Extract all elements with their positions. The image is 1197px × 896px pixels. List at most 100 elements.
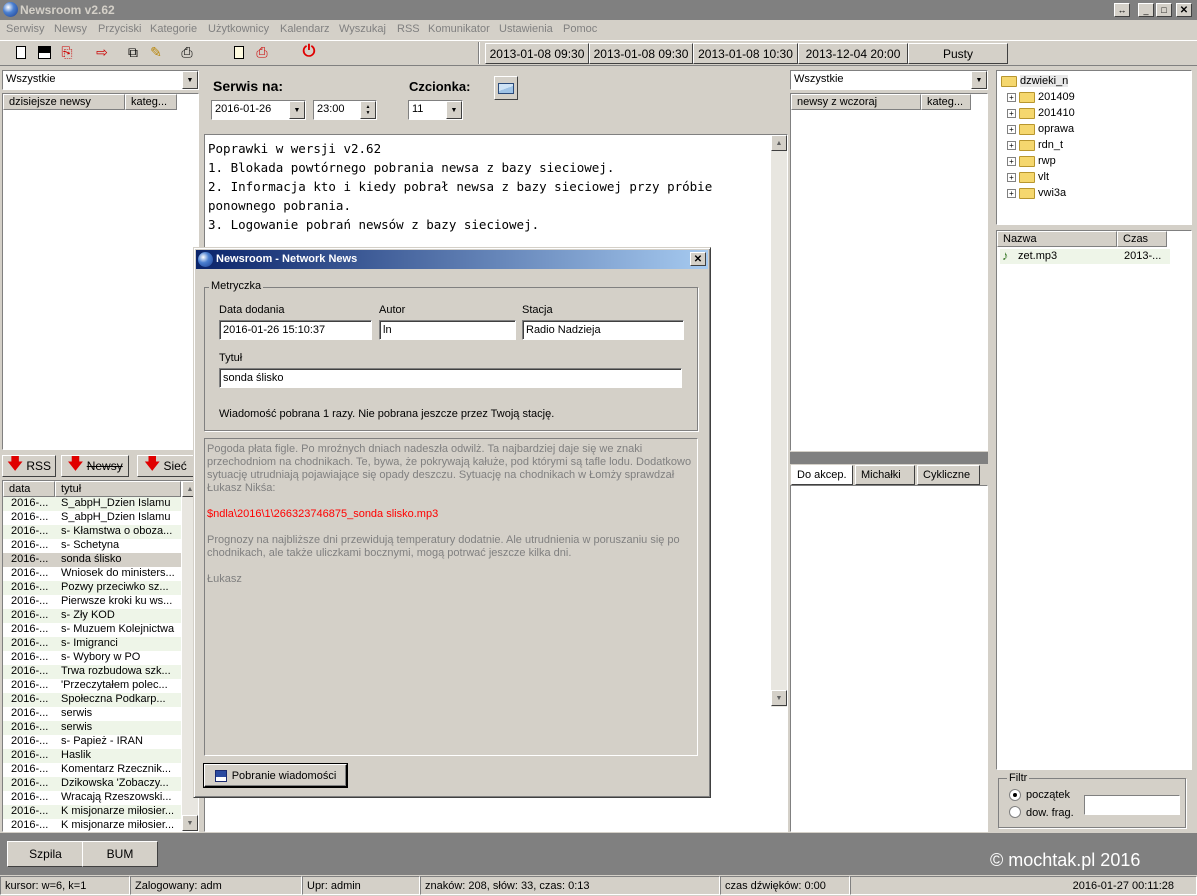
editor-line[interactable]: 1. Blokada powtórnego pobrania newsa z b… xyxy=(208,158,712,177)
date-added-field[interactable]: 2016-01-26 15:10:37 xyxy=(219,320,372,340)
sound-file-list[interactable]: Nazwa Czas ♪ zet.mp3 2013-... xyxy=(996,230,1192,770)
close-icon[interactable]: ✕ xyxy=(1176,3,1192,17)
tab-cykliczne[interactable]: Cykliczne xyxy=(917,465,980,485)
table-row[interactable]: 2016-... Wniosek do ministers... xyxy=(3,567,181,581)
tree-folder[interactable]: + oprawa xyxy=(1001,121,1075,137)
col-date-header[interactable]: data xyxy=(3,481,55,497)
export-icon[interactable]: ⎘ xyxy=(58,43,76,61)
expand-icon[interactable]: + xyxy=(1007,92,1016,102)
tab-do-akcep[interactable]: Do akcep. xyxy=(791,465,853,485)
scroll-up-icon[interactable]: ▲ xyxy=(771,135,787,151)
editor-line[interactable]: Poprawki w wersji v2.62 xyxy=(208,139,712,158)
col-title-header[interactable]: tytuł xyxy=(55,481,181,497)
menu-newsy[interactable]: Newsy xyxy=(54,23,87,35)
body-audio-link[interactable]: $ndla\2016\1\266323746875_sonda slisko.m… xyxy=(207,508,695,521)
table-row[interactable]: 2016-... K misjonarze miłosier... xyxy=(3,819,181,831)
schedule-button-4[interactable]: 2013-12-04 20:00 xyxy=(798,43,908,64)
menu-uzytkownicy[interactable]: Użytkownicy xyxy=(208,23,269,35)
page-icon[interactable] xyxy=(230,43,248,61)
scroll-down-icon[interactable]: ▼ xyxy=(182,815,198,831)
folder-tree[interactable]: dzwieki_n +201409 +201410 + oprawa + rdn_t + rwp… xyxy=(996,70,1192,225)
acceptance-list[interactable] xyxy=(790,485,988,832)
table-row[interactable]: 2016-... K misjonarze miłosier... xyxy=(3,805,181,819)
table-row[interactable]: 2016-... serwis xyxy=(3,721,181,735)
send-icon[interactable]: ⇨ xyxy=(93,43,111,61)
table-row[interactable]: 2016-... Społeczna Podkarp... xyxy=(3,693,181,707)
menu-wyszukaj[interactable]: Wyszukaj xyxy=(339,23,386,35)
news-body[interactable]: Pogoda płata figle. Po mroźnych dniach n… xyxy=(204,438,698,756)
title-field[interactable]: sonda ślisko xyxy=(219,368,682,388)
restore-icon[interactable]: ↔ xyxy=(1114,3,1130,17)
col-category-header[interactable]: kateg... xyxy=(125,94,177,110)
table-row[interactable]: 2016-... s- Kłamstwa o oboza... xyxy=(3,525,181,539)
tree-folder[interactable]: + rdn_t xyxy=(1001,137,1075,153)
minimize-icon[interactable]: _ xyxy=(1138,3,1154,17)
chevron-down-icon[interactable]: ▼ xyxy=(289,101,305,119)
menu-rss[interactable]: RSS xyxy=(397,23,420,35)
menu-przyciski[interactable]: Przyciski xyxy=(98,23,141,35)
radio-dow-frag[interactable] xyxy=(1009,806,1021,818)
radio-poczatek[interactable] xyxy=(1009,789,1021,801)
editor-line[interactable]: 3. Logowanie pobrań newsów z bazy siecio… xyxy=(208,215,712,234)
table-row[interactable]: 2016-... Trwa rozbudowa szk... xyxy=(3,665,181,679)
today-news-list[interactable]: dzisiejsze newsy kateg... xyxy=(2,93,199,450)
file-row[interactable]: ♪ zet.mp3 2013-... xyxy=(1000,248,1170,264)
tree-folder[interactable]: +201409 xyxy=(1001,89,1075,105)
tree-root-folder[interactable]: dzwieki_n xyxy=(1001,73,1075,89)
power-icon[interactable]: ⏻ xyxy=(300,43,318,61)
editor-line[interactable]: 2. Informacja kto i kiedy pobrał newsa z… xyxy=(208,177,712,196)
menu-komunikator[interactable]: Komunikator xyxy=(428,23,490,35)
szpila-button[interactable]: Szpila xyxy=(7,841,84,867)
table-row[interactable]: 2016-... Pozwy przeciwko sz... xyxy=(3,581,181,595)
service-date-picker[interactable]: 2016-01-26 ▼ xyxy=(211,100,306,120)
network-news-list[interactable]: data tytuł 2016-... S_abpH_Dzien Islamu 20… xyxy=(2,480,199,832)
maximize-icon[interactable]: □ xyxy=(1156,3,1172,17)
expand-icon[interactable]: + xyxy=(1007,172,1016,182)
editor-text[interactable]: Poprawki w wersji v2.62 1. Blokada powtór… xyxy=(208,139,712,234)
tab-siec[interactable]: 🡇 Sieć xyxy=(137,455,195,477)
menu-kategorie[interactable]: Kategorie xyxy=(150,23,197,35)
table-row[interactable]: 2016-... Wracają Rzeszowski... xyxy=(3,791,181,805)
schedule-button-1[interactable]: 2013-01-08 09:30 xyxy=(485,43,589,64)
table-row[interactable]: 2016-... s- Zły KOD xyxy=(3,609,181,623)
envelope-button[interactable] xyxy=(494,76,518,100)
font-size-select[interactable]: 11 ▼ xyxy=(408,100,463,120)
table-row[interactable]: 2016-... serwis xyxy=(3,707,181,721)
col-yesterday-header[interactable]: newsy z wczoraj xyxy=(791,94,921,110)
station-field[interactable]: Radio Nadzieja xyxy=(522,320,684,340)
table-row[interactable]: 2016-... s- Imigranci xyxy=(3,637,181,651)
print-preview-icon[interactable]: ⎙ xyxy=(253,43,271,61)
download-news-button[interactable]: Pobranie wiadomości xyxy=(203,763,348,788)
author-field[interactable]: ln xyxy=(379,320,516,340)
table-row[interactable]: 2016-... 'Przeczytałem polec... xyxy=(3,679,181,693)
dialog-close-icon[interactable]: ✕ xyxy=(690,252,706,266)
editor-line[interactable]: ponownego pobrania. xyxy=(208,196,712,215)
tree-folder[interactable]: + vlt xyxy=(1001,169,1075,185)
right-filter-select[interactable]: Wszystkie ▼ xyxy=(790,70,988,90)
spinner-arrows-icon[interactable]: ▲ ▼ xyxy=(360,101,376,119)
schedule-button-3[interactable]: 2013-01-08 10:30 xyxy=(693,43,798,64)
yesterday-news-list[interactable]: newsy z wczoraj kateg... xyxy=(790,93,988,451)
print-icon[interactable]: ⎙ xyxy=(178,43,196,61)
menu-kalendarz[interactable]: Kalendarz xyxy=(280,23,330,35)
col-category-header-right[interactable]: kateg... xyxy=(921,94,971,110)
col-today-header[interactable]: dzisiejsze newsy xyxy=(3,94,125,110)
schedule-button-2[interactable]: 2013-01-08 09:30 xyxy=(589,43,693,64)
table-row[interactable]: 2016-... Haslik xyxy=(3,749,181,763)
table-row[interactable]: 2016-... s- Muzuem Kolejnictwa xyxy=(3,623,181,637)
editor-scrollbar[interactable]: ▲ ▼ xyxy=(771,135,787,707)
tab-newsy[interactable]: 🡇 Newsy xyxy=(61,455,129,477)
expand-icon[interactable]: + xyxy=(1007,156,1016,166)
menu-serwisy[interactable]: Serwisy xyxy=(6,23,45,35)
tree-folder[interactable]: + vwi3a xyxy=(1001,185,1075,201)
chevron-down-icon[interactable]: ▼ xyxy=(446,101,462,119)
table-row[interactable]: 2016-... Pierwsze kroki ku ws... xyxy=(3,595,181,609)
table-row[interactable]: 2016-... s- Papież - IRAN xyxy=(3,735,181,749)
table-row[interactable]: 2016-... S_abpH_Dzien Islamu xyxy=(3,497,181,511)
service-time-spinner[interactable]: 23:00 ▲ ▼ xyxy=(313,100,377,120)
tab-rss[interactable]: 🡇 RSS xyxy=(2,455,56,477)
col-time-header[interactable]: Czas xyxy=(1117,231,1167,247)
empty-slot-button[interactable]: Pusty xyxy=(908,43,1008,64)
expand-icon[interactable]: + xyxy=(1007,124,1016,134)
table-row[interactable]: 2016-... Komentarz Rzecznik... xyxy=(3,763,181,777)
